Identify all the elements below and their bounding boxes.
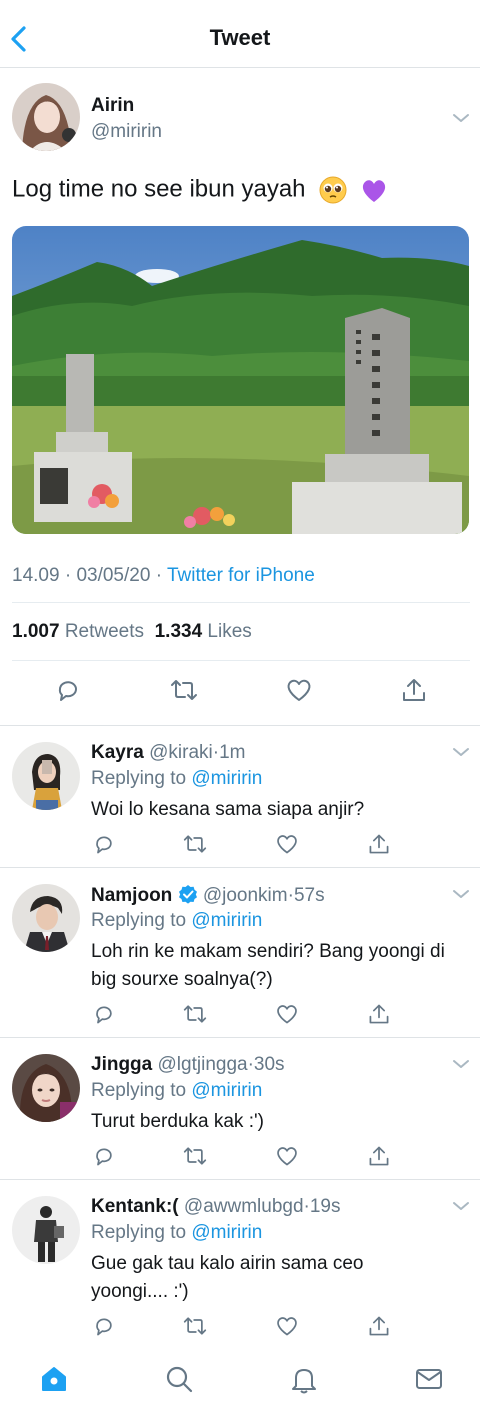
reply-header: Kentank:( @awwmlubgd·19s: [91, 1196, 341, 1218]
replying-to: Replying to @miririn: [91, 910, 262, 932]
like-count[interactable]: 1.334: [155, 621, 203, 642]
reply-header: Namjoon @joonkim·57s: [91, 884, 325, 907]
share-icon[interactable]: [400, 676, 428, 704]
chevron-down-icon[interactable]: [451, 1057, 471, 1071]
chevron-down-icon[interactable]: [451, 887, 471, 901]
reply-time: 57s: [293, 885, 325, 906]
author-name[interactable]: Airin: [91, 95, 134, 117]
avatar[interactable]: [12, 884, 80, 952]
page-title: Tweet: [209, 25, 271, 50]
tweet-text: Log time no see ibun yayah: [12, 175, 389, 205]
like-icon[interactable]: [275, 1144, 299, 1168]
retweet-icon[interactable]: [170, 676, 198, 704]
share-icon[interactable]: [367, 1144, 391, 1168]
share-icon[interactable]: [367, 832, 391, 856]
reply-header: Kayra @kiraki·1m: [91, 742, 245, 764]
avatar[interactable]: [12, 1054, 80, 1122]
tweet-stats: 1.007 Retweets 1.334 Likes: [12, 621, 252, 643]
retweets-label[interactable]: Retweets: [65, 621, 144, 642]
tweet-time: 14.09: [12, 565, 60, 586]
replying-to-prefix: Replying to: [91, 768, 187, 789]
tweet-meta: 14.09 · 03/05/20 · Twitter for iPhone: [12, 565, 315, 587]
replying-to: Replying to @miririn: [91, 768, 262, 790]
chevron-down-icon[interactable]: [451, 111, 471, 125]
search-icon[interactable]: [164, 1364, 194, 1394]
retweet-icon[interactable]: [183, 1144, 207, 1168]
reply-item[interactable]: Namjoon @joonkim·57s Replying to @miriri…: [0, 867, 480, 1037]
replying-to: Replying to @miririn: [91, 1222, 262, 1244]
reply-author-handle[interactable]: @awwmlubgd: [184, 1196, 304, 1217]
reply-time: 30s: [253, 1054, 285, 1075]
reply-icon[interactable]: [92, 832, 116, 856]
reply-text: Turut berduka kak :'): [91, 1111, 264, 1132]
retweet-count[interactable]: 1.007: [12, 621, 60, 642]
like-icon[interactable]: [275, 832, 299, 856]
notifications-icon[interactable]: [289, 1364, 319, 1394]
reply-header: Jingga @lgtjingga·30s: [91, 1054, 285, 1076]
reply-icon[interactable]: [54, 676, 82, 704]
chevron-down-icon[interactable]: [451, 1199, 471, 1213]
avatar[interactable]: [12, 83, 80, 151]
replying-to-mention[interactable]: @miririn: [191, 1080, 262, 1101]
meta-separator: ·: [155, 565, 163, 586]
verified-badge-icon: [178, 885, 197, 904]
reply-time: 19s: [309, 1196, 341, 1217]
tweet-date: 03/05/20: [76, 565, 151, 586]
reply-icon[interactable]: [92, 1144, 116, 1168]
tweet-body: Log time no see ibun yayah: [12, 175, 306, 203]
replying-to-prefix: Replying to: [91, 910, 187, 931]
like-icon[interactable]: [285, 676, 313, 704]
reply-text: Woi lo kesana sama siapa anjir?: [91, 799, 365, 820]
pleading-face-icon: [319, 176, 347, 204]
reply-text: Gue gak tau kalo airin sama ceo yoongi..…: [91, 1253, 364, 1302]
tweet-photo[interactable]: [12, 226, 469, 534]
like-icon[interactable]: [275, 1002, 299, 1026]
reply-text: Loh rin ke makam sendiri? Bang yoongi di…: [91, 941, 445, 990]
avatar[interactable]: [12, 742, 80, 810]
reply-item[interactable]: Kayra @kiraki·1m Replying to @miririn Wo…: [0, 725, 480, 867]
retweet-icon[interactable]: [183, 832, 207, 856]
tweet-source-link[interactable]: Twitter for iPhone: [167, 565, 315, 586]
bottom-tab-bar: [0, 1352, 480, 1419]
reply-author-name[interactable]: Kayra: [91, 742, 144, 763]
reply-author-handle[interactable]: @lgtjingga: [158, 1054, 248, 1075]
divider: [12, 660, 470, 661]
replying-to-prefix: Replying to: [91, 1222, 187, 1243]
purple-heart-icon: [362, 180, 385, 202]
retweet-icon[interactable]: [183, 1314, 207, 1338]
chevron-down-icon[interactable]: [451, 745, 471, 759]
messages-icon[interactable]: [414, 1364, 444, 1394]
reply-time: 1m: [219, 742, 246, 763]
retweet-icon[interactable]: [183, 1002, 207, 1026]
reply-author-handle[interactable]: @kiraki: [149, 742, 213, 763]
avatar[interactable]: [12, 1196, 80, 1264]
reply-author-name[interactable]: Namjoon: [91, 885, 172, 906]
likes-label[interactable]: Likes: [207, 621, 251, 642]
reply-author-handle[interactable]: @joonkim: [203, 885, 288, 906]
reply-item[interactable]: Jingga @lgtjingga·30s Replying to @mirir…: [0, 1037, 480, 1179]
reply-icon[interactable]: [92, 1002, 116, 1026]
header-bar: Tweet: [0, 0, 480, 68]
replying-to-mention[interactable]: @miririn: [191, 910, 262, 931]
replying-to-mention[interactable]: @miririn: [191, 1222, 262, 1243]
share-icon[interactable]: [367, 1002, 391, 1026]
replying-to-mention[interactable]: @miririn: [191, 768, 262, 789]
like-icon[interactable]: [275, 1314, 299, 1338]
replying-to-prefix: Replying to: [91, 1080, 187, 1101]
replying-to: Replying to @miririn: [91, 1080, 262, 1102]
meta-separator: ·: [64, 565, 72, 586]
share-icon[interactable]: [367, 1314, 391, 1338]
author-handle[interactable]: @miririn: [91, 121, 162, 143]
reply-icon[interactable]: [92, 1314, 116, 1338]
reply-author-name[interactable]: Jingga: [91, 1054, 152, 1075]
home-icon[interactable]: [39, 1364, 69, 1394]
divider: [12, 602, 470, 603]
reply-item[interactable]: Kentank:( @awwmlubgd·19s Replying to @mi…: [0, 1179, 480, 1351]
reply-author-name[interactable]: Kentank:(: [91, 1196, 179, 1217]
